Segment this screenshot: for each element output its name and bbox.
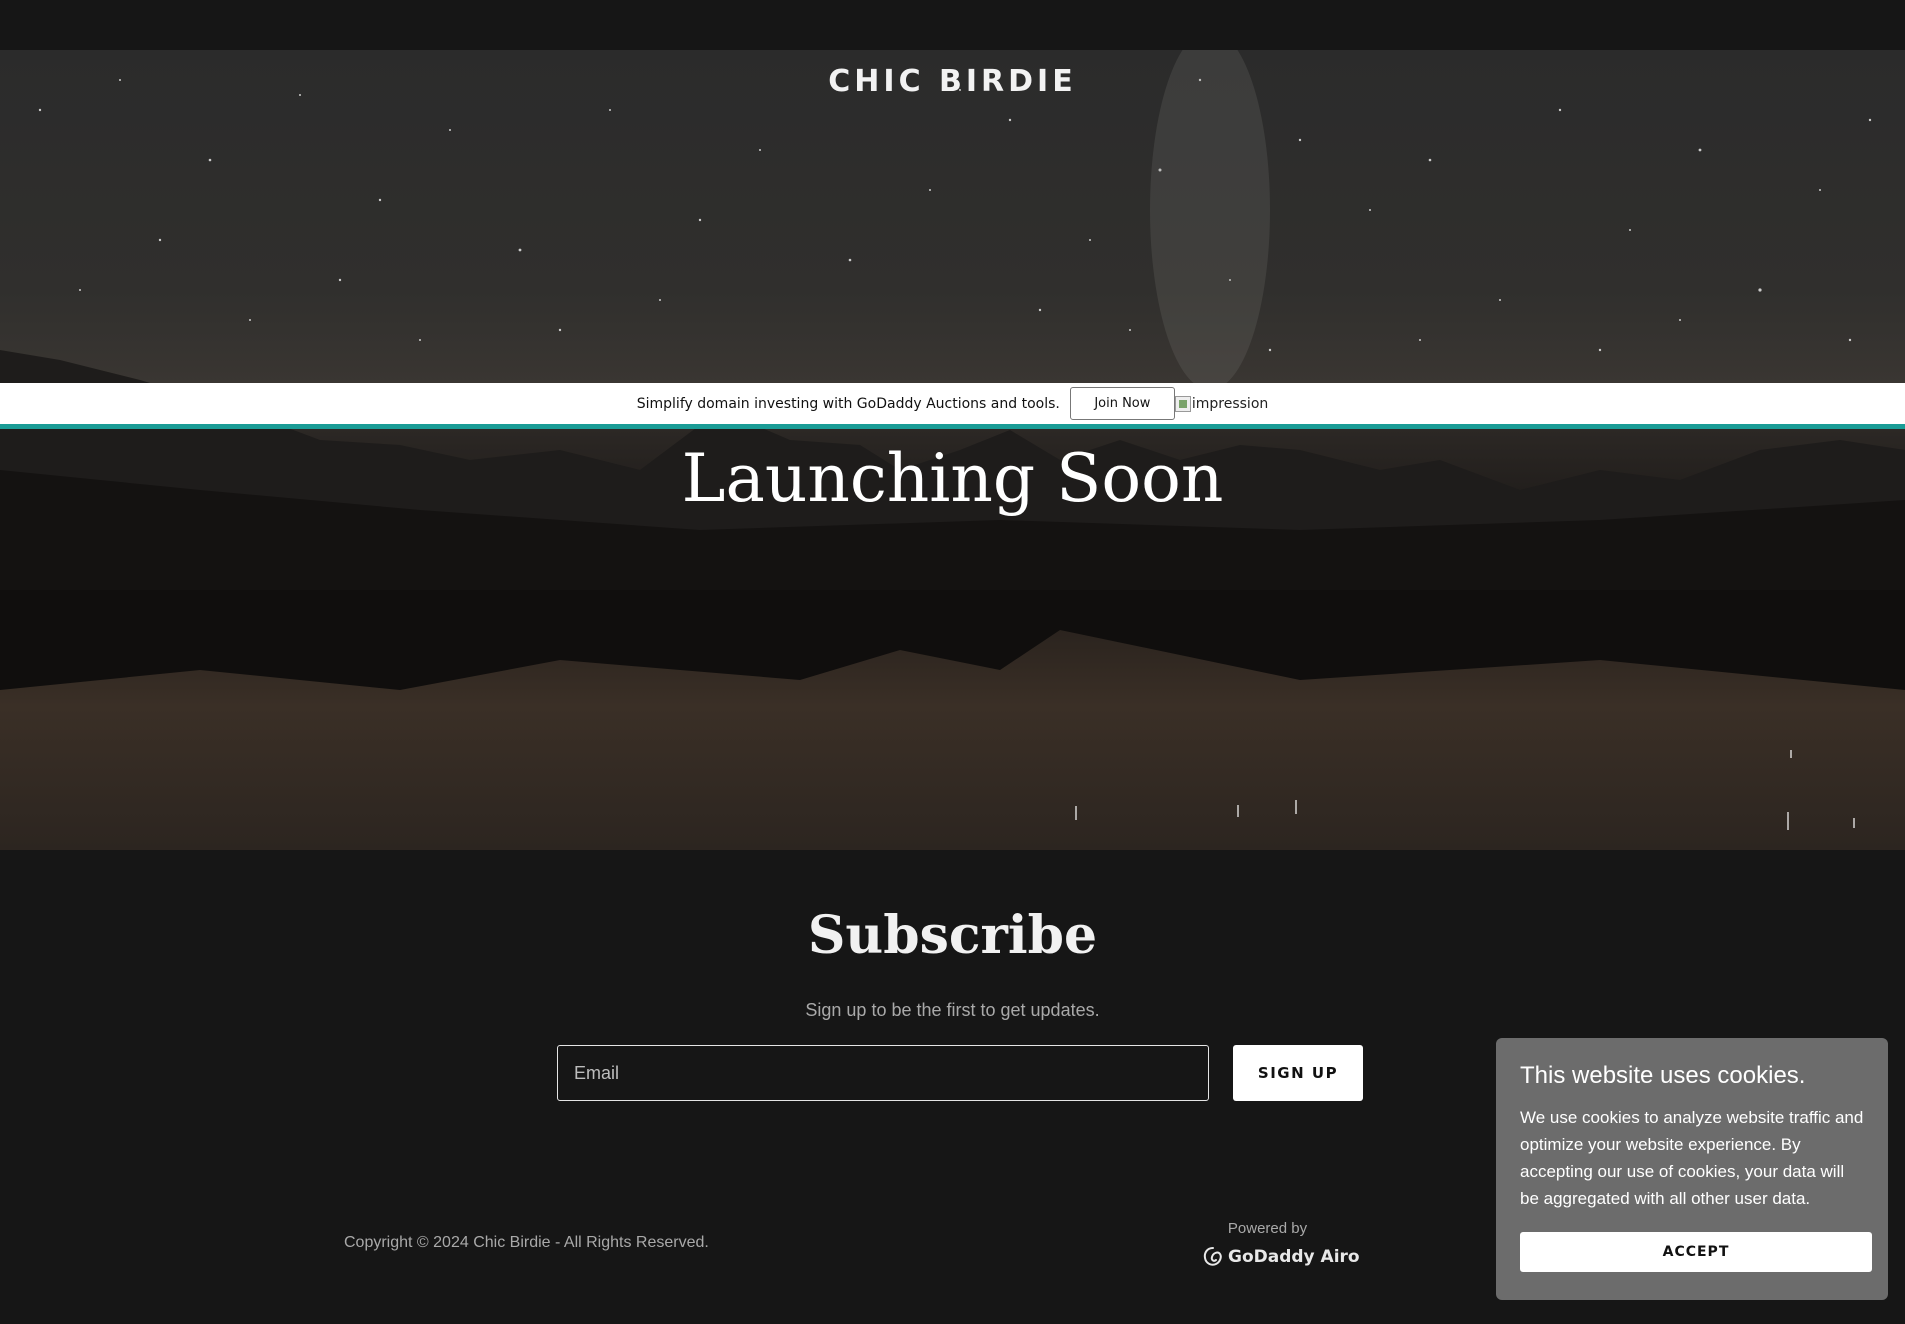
join-now-button[interactable]: Join Now (1069, 387, 1175, 420)
cookie-body: We use cookies to analyze website traffi… (1520, 1108, 1864, 1208)
hero-headline: Launching Soon (681, 440, 1224, 517)
accept-cookies-button[interactable]: ACCEPT (1520, 1232, 1872, 1272)
subscribe-title: Subscribe (807, 905, 1098, 966)
impression-image: impression (1174, 395, 1269, 412)
email-input[interactable] (557, 1045, 1209, 1101)
powered-by-label: Powered by (1227, 1220, 1308, 1237)
page: CHIC BIRDIE Simplify domain investing wi… (0, 0, 1905, 1324)
cookie-consent-panel: This website uses cookies. We use cookie… (1496, 1038, 1888, 1300)
godaddy-airo-logo[interactable]: GoDaddy Airo (1202, 1246, 1360, 1268)
godaddy-logo-text: GoDaddy Airo (1228, 1247, 1360, 1267)
top-bar (0, 0, 1905, 50)
site-brand-title[interactable]: CHIC BIRDIE (0, 64, 1905, 99)
promo-banner: Simplify domain investing with GoDaddy A… (0, 383, 1905, 429)
cookie-title: This website uses cookies. (1520, 1062, 1806, 1089)
copyright-text: Copyright © 2024 Chic Birdie - All Right… (344, 1234, 709, 1251)
promo-banner-text: Simplify domain investing with GoDaddy A… (636, 395, 1060, 412)
broken-image-icon (1174, 395, 1191, 412)
impression-alt-text: impression (1191, 395, 1269, 412)
godaddy-logo-icon (1203, 1247, 1222, 1266)
sign-up-button[interactable]: SIGN UP (1233, 1045, 1363, 1101)
subscribe-subtitle: Sign up to be the first to get updates. (805, 1000, 1100, 1020)
